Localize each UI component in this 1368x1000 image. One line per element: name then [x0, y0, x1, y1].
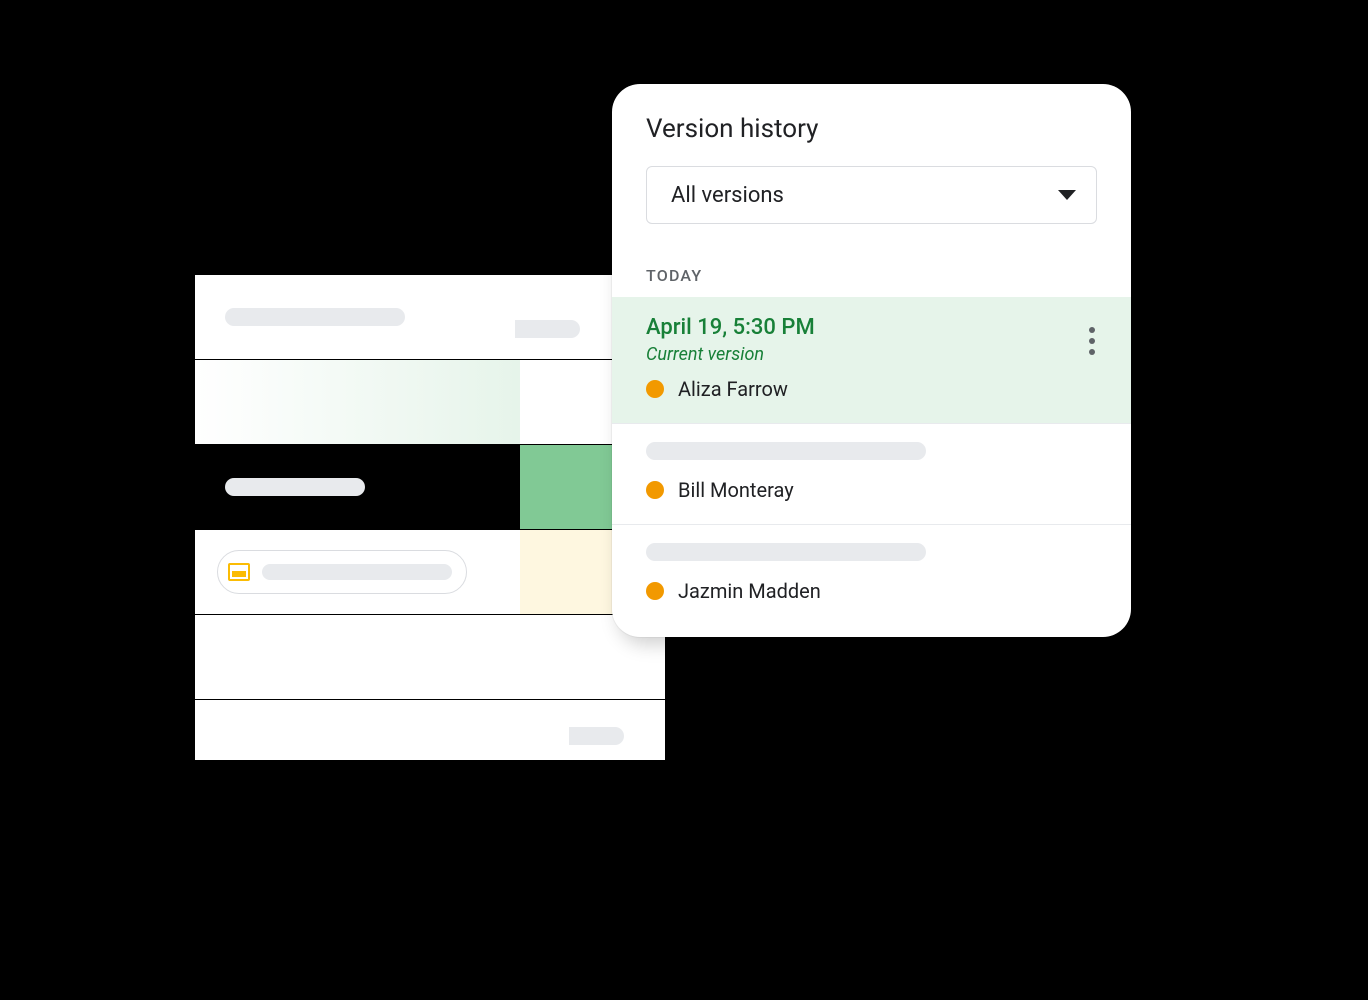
editor-dot-icon: [646, 582, 664, 600]
slides-icon: [228, 563, 250, 581]
chevron-down-icon: [1058, 190, 1076, 200]
editor-dot-icon: [646, 481, 664, 499]
version-item[interactable]: Bill Monteray: [612, 423, 1131, 524]
date-placeholder: [646, 543, 926, 561]
version-history-panel: Version history All versions TODAY April…: [612, 84, 1131, 637]
placeholder-stub: [515, 320, 580, 338]
editor-name: Aliza Farrow: [678, 377, 788, 401]
spreadsheet-grid: [195, 275, 665, 760]
slides-chip[interactable]: [217, 550, 467, 594]
version-subtitle: Current version: [646, 344, 1097, 365]
placeholder-stub: [569, 727, 624, 745]
chip-placeholder: [262, 564, 452, 580]
version-editor: Bill Monteray: [646, 478, 1097, 502]
version-editor: Aliza Farrow: [646, 377, 1097, 401]
editor-name: Bill Monteray: [678, 478, 794, 502]
version-date: April 19, 5:30 PM: [646, 315, 1097, 340]
version-editor: Jazmin Madden: [646, 579, 1097, 603]
panel-title: Version history: [646, 114, 1097, 144]
editor-name: Jazmin Madden: [678, 579, 821, 603]
editor-dot-icon: [646, 380, 664, 398]
cell-placeholder: [225, 308, 405, 326]
date-placeholder: [646, 442, 926, 460]
more-icon[interactable]: [1083, 321, 1101, 361]
dropdown-label: All versions: [671, 183, 784, 208]
versions-dropdown[interactable]: All versions: [646, 166, 1097, 224]
section-label: TODAY: [612, 242, 1131, 297]
version-item-current[interactable]: April 19, 5:30 PM Current version Aliza …: [612, 297, 1131, 423]
cell-placeholder: [225, 478, 365, 496]
version-item[interactable]: Jazmin Madden: [612, 524, 1131, 637]
